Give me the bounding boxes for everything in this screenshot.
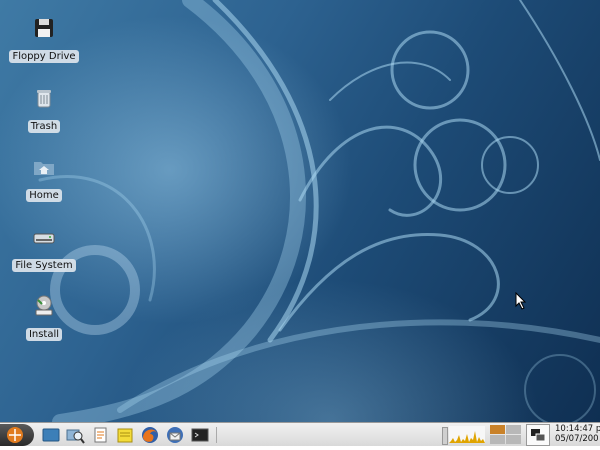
notes-button[interactable] [115, 425, 135, 445]
hard-drive-icon [33, 233, 55, 244]
text-editor-icon [94, 427, 107, 443]
clock-time: 10:14:47 p [555, 424, 600, 434]
panel-separator [216, 427, 217, 443]
thunderbird-button[interactable] [165, 425, 185, 445]
window-list-button[interactable] [526, 424, 550, 446]
terminal-icon [191, 428, 209, 442]
desktop-icon-label: Trash [27, 120, 61, 133]
cpu-usage-graph [449, 426, 485, 443]
clock[interactable]: 10:14:47 p 05/07/200 [555, 424, 600, 446]
workspace-switcher[interactable] [490, 425, 522, 445]
file-search-button[interactable] [65, 425, 85, 445]
trash-icon [37, 90, 51, 108]
desktop-icon-label: Install [25, 328, 63, 341]
workspace-3[interactable] [490, 435, 505, 444]
desktop-background[interactable]: Floppy Drive Trash Home File System Inst… [0, 0, 600, 422]
panel-drag-handle[interactable] [442, 427, 448, 445]
desktop-icon-label: File System [12, 259, 76, 272]
menu-logo-icon [7, 427, 23, 443]
desktop-icon-trash[interactable]: Trash [6, 86, 82, 133]
desktop-icon-label: Floppy Drive [9, 50, 79, 63]
desktop-icon-install[interactable]: Install [6, 294, 82, 341]
desktop-icon-label: Home [26, 189, 62, 202]
home-folder-icon [34, 162, 54, 175]
workspace-4[interactable] [506, 435, 521, 444]
terminal-button[interactable] [190, 425, 210, 445]
notes-icon [117, 428, 133, 443]
desktop-icon-file-system[interactable]: File System [6, 225, 82, 272]
desktop-icon-floppy-drive[interactable]: Floppy Drive [6, 16, 82, 63]
bottom-panel: 10:14:47 p 05/07/200 [0, 422, 600, 446]
workspace-1[interactable] [490, 425, 505, 434]
firefox-icon [142, 427, 158, 443]
clock-date: 05/07/200 [555, 434, 599, 444]
windows-icon [531, 429, 546, 442]
install-icon [35, 295, 53, 316]
workspace-2[interactable] [506, 425, 521, 434]
desktop-icon-home[interactable]: Home [6, 155, 82, 202]
file-search-icon [66, 429, 85, 444]
show-desktop-icon [42, 428, 60, 442]
applications-menu-button[interactable] [0, 424, 34, 446]
show-desktop-button[interactable] [41, 425, 61, 445]
floppy-icon [35, 19, 53, 37]
firefox-button[interactable] [140, 425, 160, 445]
text-editor-button[interactable] [90, 425, 110, 445]
mouse-pointer-icon [515, 292, 527, 310]
thunderbird-icon [167, 427, 183, 443]
wallpaper-swirls [38, 0, 600, 422]
